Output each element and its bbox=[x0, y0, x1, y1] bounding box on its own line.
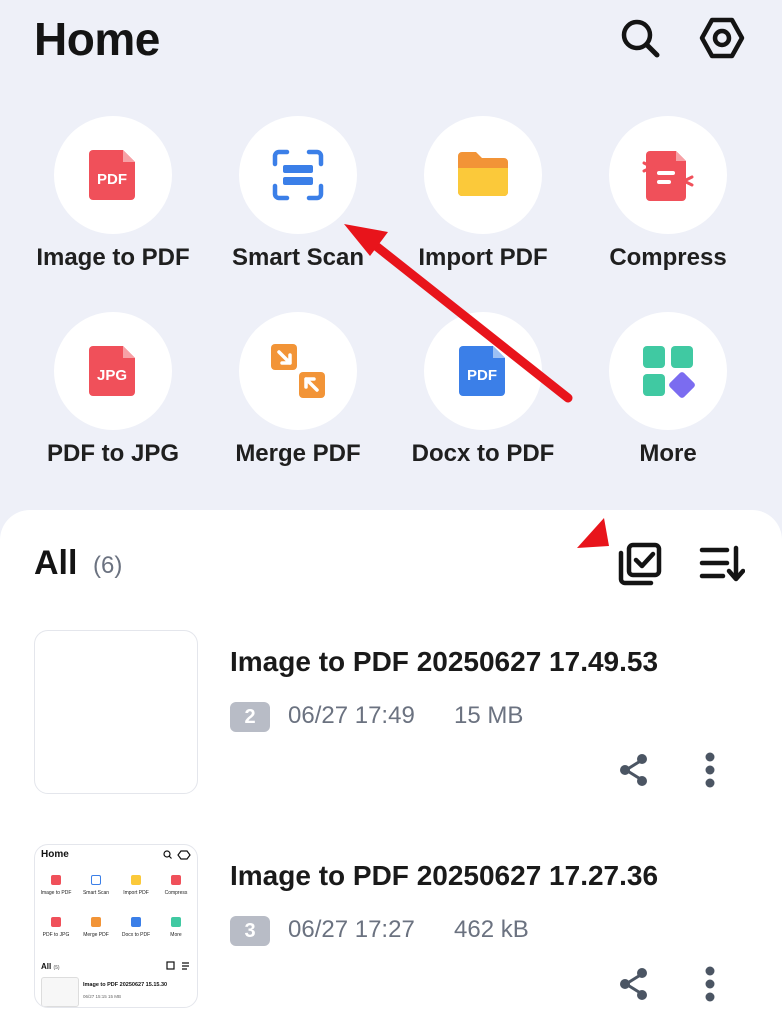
file-thumbnail[interactable] bbox=[34, 630, 198, 794]
mini-file-meta: 06/27 15:15 15 MB bbox=[83, 994, 122, 999]
tool-image-to-pdf[interactable]: PDF Image to PDF bbox=[20, 116, 206, 296]
file-size: 15 MB bbox=[454, 702, 524, 729]
more-options-button[interactable] bbox=[686, 960, 734, 1008]
mini-tool: Merge PDF bbox=[76, 917, 116, 938]
tool-icon-circle bbox=[609, 312, 727, 430]
section-title: All bbox=[34, 544, 78, 582]
file-size: 462 kB bbox=[454, 916, 529, 943]
mini-header-icons bbox=[163, 850, 191, 860]
share-button[interactable] bbox=[610, 746, 658, 794]
tool-label: More bbox=[639, 440, 697, 467]
search-button[interactable] bbox=[612, 10, 668, 66]
mini-all-label: All (5) bbox=[41, 962, 60, 971]
file-count: (6) bbox=[93, 552, 123, 579]
folder-icon bbox=[458, 152, 508, 196]
share-icon bbox=[620, 754, 647, 786]
mini-screenshot: Home Image to PDF Smart Scan Import PDF … bbox=[35, 845, 197, 1007]
multi-select-icon bbox=[618, 542, 662, 586]
tool-pdf-to-jpg[interactable]: JPG PDF to JPG bbox=[20, 312, 206, 492]
pdf-icon-text: PDF bbox=[97, 171, 127, 188]
file-date: 06/27 17:27 bbox=[288, 916, 415, 943]
pdf-file-icon: PDF bbox=[89, 150, 135, 200]
tool-icon-circle: PDF bbox=[54, 116, 172, 234]
file-row[interactable]: Home Image to PDF Smart Scan Import PDF … bbox=[0, 844, 782, 1014]
more-vertical-icon bbox=[705, 966, 715, 1002]
sort-button[interactable] bbox=[694, 536, 750, 592]
mini-tool: Smart Scan bbox=[76, 875, 116, 896]
settings-icon bbox=[699, 17, 745, 59]
file-thumbnail[interactable]: Home Image to PDF Smart Scan Import PDF … bbox=[34, 844, 198, 1008]
tool-label: PDF to JPG bbox=[46, 440, 179, 467]
page-title: Home bbox=[34, 13, 160, 65]
tool-label: Docx to PDF bbox=[411, 440, 555, 467]
more-vertical-icon bbox=[705, 752, 715, 788]
file-date: 06/27 17:49 bbox=[288, 702, 415, 729]
pdf-doc-icon: PDF bbox=[459, 346, 505, 396]
tool-label: Compress bbox=[609, 244, 727, 271]
tool-icon-circle bbox=[239, 116, 357, 234]
jpg-icon-text: JPG bbox=[97, 367, 127, 384]
share-button[interactable] bbox=[610, 960, 658, 1008]
mini-tool: More bbox=[156, 917, 196, 938]
jpg-file-icon: JPG bbox=[89, 346, 135, 396]
tool-icon-circle bbox=[239, 312, 357, 430]
tool-icon-circle bbox=[424, 116, 542, 234]
compress-file-icon bbox=[642, 151, 694, 201]
mini-tool: Compress bbox=[156, 875, 196, 896]
mini-tool: PDF to JPG bbox=[36, 917, 76, 938]
scan-frame-icon bbox=[272, 149, 324, 201]
file-row[interactable]: Image to PDF 20250627 17.49.53 2 06/27 1… bbox=[0, 630, 782, 800]
tool-docx-to-pdf[interactable]: PDF Docx to PDF bbox=[390, 312, 576, 492]
settings-button[interactable] bbox=[694, 10, 750, 66]
mini-tool: Image to PDF bbox=[36, 875, 76, 896]
mini-file-thumb bbox=[41, 977, 79, 1007]
tool-merge-pdf[interactable]: Merge PDF bbox=[205, 312, 391, 492]
page-count-badge: 2 bbox=[230, 702, 270, 732]
mini-tool: Docx to PDF bbox=[116, 917, 156, 938]
tool-label: Smart Scan bbox=[231, 244, 365, 271]
more-options-button[interactable] bbox=[686, 746, 734, 794]
sort-icon bbox=[699, 545, 745, 582]
tool-compress[interactable]: Compress bbox=[575, 116, 761, 296]
tool-icon-circle bbox=[609, 116, 727, 234]
tool-label: Import PDF bbox=[418, 244, 548, 271]
tool-label: Image to PDF bbox=[36, 244, 190, 271]
tool-icon-circle: JPG bbox=[54, 312, 172, 430]
mini-tool: Import PDF bbox=[116, 875, 156, 896]
pdf-icon-text: PDF bbox=[467, 367, 497, 384]
mini-panel-icons bbox=[166, 961, 189, 970]
tool-import-pdf[interactable]: Import PDF bbox=[390, 116, 576, 296]
tool-smart-scan[interactable]: Smart Scan bbox=[205, 116, 391, 296]
grid-more-icon bbox=[643, 346, 695, 398]
file-name[interactable]: Image to PDF 20250627 17.49.53 bbox=[230, 646, 658, 678]
share-icon bbox=[620, 968, 647, 1000]
multi-select-button[interactable] bbox=[612, 536, 668, 592]
app-header: Home bbox=[0, 0, 782, 90]
page-count-badge: 3 bbox=[230, 916, 270, 946]
files-panel: All (6) Image to PDF 20250627 17.49.53 2… bbox=[0, 510, 782, 1024]
merge-arrows-icon bbox=[271, 344, 325, 398]
file-name[interactable]: Image to PDF 20250627 17.27.36 bbox=[230, 860, 658, 892]
search-icon bbox=[621, 19, 660, 58]
tool-more[interactable]: More bbox=[575, 312, 761, 492]
tool-label: Merge PDF bbox=[235, 440, 361, 467]
mini-title: Home bbox=[41, 849, 69, 860]
mini-file-name: Image to PDF 20250627 15.15.30 bbox=[83, 982, 168, 988]
tool-icon-circle: PDF bbox=[424, 312, 542, 430]
